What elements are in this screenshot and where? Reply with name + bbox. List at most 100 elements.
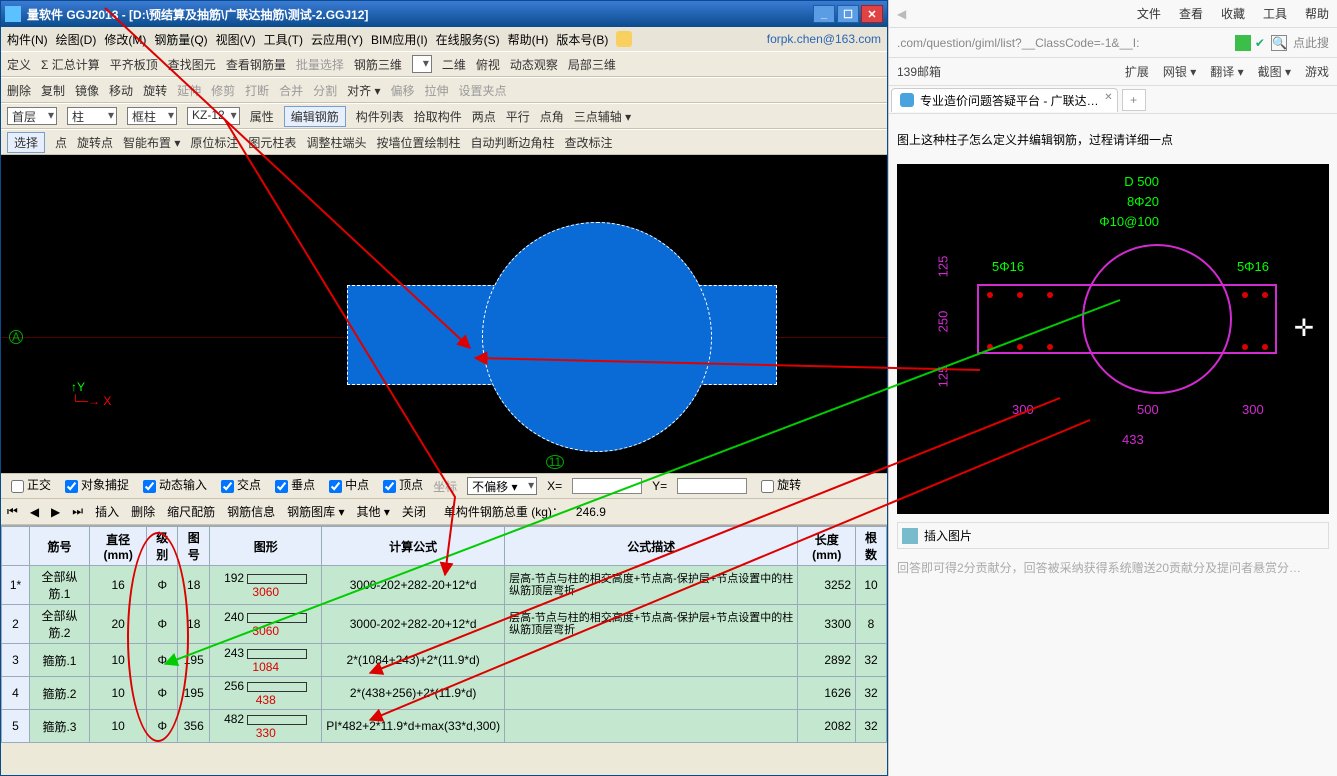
browser-menu-item[interactable]: 查看: [1179, 5, 1203, 22]
browser-menu-item[interactable]: 帮助: [1305, 5, 1329, 22]
menu-item[interactable]: 帮助(H): [508, 31, 549, 48]
rebar-lib-button[interactable]: 钢筋图库 ▾: [287, 503, 344, 520]
dim-bars1: 8Φ20: [1127, 194, 1159, 209]
edit-tool-button[interactable]: 镜像: [75, 82, 99, 99]
vertex-toggle[interactable]: 顶点: [379, 476, 423, 495]
edit-tool-button: 拉伸: [425, 82, 449, 99]
mid-toggle[interactable]: 中点: [325, 476, 369, 495]
menu-item[interactable]: BIM应用(I): [371, 31, 428, 48]
ext-item[interactable]: 扩展: [1125, 63, 1149, 80]
three-point-aux-button[interactable]: 三点辅轴 ▾: [574, 108, 631, 125]
ext-item[interactable]: 截图 ▾: [1258, 63, 1291, 80]
tool-button[interactable]: 钢筋三维: [354, 56, 402, 73]
category-dropdown[interactable]: 柱: [67, 107, 117, 125]
tool-button[interactable]: 二维: [442, 56, 466, 73]
perp-toggle[interactable]: 垂点: [271, 476, 315, 495]
tab-close-icon[interactable]: ✕: [1104, 92, 1112, 103]
close-panel-button[interactable]: 关闭: [402, 503, 426, 520]
ext-item[interactable]: 网银 ▾: [1163, 63, 1196, 80]
browser-menu-item[interactable]: 文件: [1137, 5, 1161, 22]
menu-item[interactable]: 在线服务(S): [436, 31, 500, 48]
tool-button[interactable]: 俯视: [476, 56, 500, 73]
insert-image-button[interactable]: 插入图片: [897, 522, 1329, 549]
x-input[interactable]: [572, 478, 642, 494]
fav-link[interactable]: 139邮箱: [897, 63, 941, 80]
browser-menu-item[interactable]: 收藏: [1221, 5, 1245, 22]
column-table-button[interactable]: 图元柱表: [248, 134, 296, 151]
rebar-grid[interactable]: 筋号直径(mm)级别图号图形计算公式公式描述长度(mm)根数 1*全部纵筋.11…: [1, 525, 887, 745]
url-text[interactable]: .com/question/giml/list?__ClassCode=-1&_…: [897, 36, 1231, 50]
tool-button[interactable]: Σ 汇总计算: [41, 56, 100, 73]
nav-first-icon[interactable]: ⏮: [7, 504, 18, 519]
dyninput-toggle[interactable]: 动态输入: [139, 476, 207, 495]
maximize-button[interactable]: ☐: [837, 5, 859, 23]
two-point-button[interactable]: 两点: [472, 108, 496, 125]
search-button[interactable]: 🔍: [1271, 35, 1287, 51]
select-button[interactable]: 选择: [7, 132, 45, 153]
component-dropdown[interactable]: KZ-12: [187, 107, 240, 125]
menu-item[interactable]: 修改(M): [104, 31, 146, 48]
edit-rebar-button[interactable]: 编辑钢筋: [284, 106, 346, 127]
table-row[interactable]: 5箍筋.310Φ356482 330PI*482+2*11.9*d+max(33…: [2, 710, 887, 743]
pick-component-button[interactable]: 拾取构件: [414, 108, 462, 125]
menu-item[interactable]: 钢筋量(Q): [154, 31, 207, 48]
edit-tool-button[interactable]: 删除: [7, 82, 31, 99]
rotate-point-button[interactable]: 旋转点: [77, 134, 113, 151]
menu-item[interactable]: 云应用(Y): [311, 31, 363, 48]
ext-item[interactable]: 游戏: [1305, 63, 1329, 80]
edit-tool-button[interactable]: 移动: [109, 82, 133, 99]
tool-button[interactable]: 平齐板顶: [110, 56, 158, 73]
component-list-button[interactable]: 构件列表: [356, 108, 404, 125]
parallel-button[interactable]: 平行: [506, 108, 530, 125]
props-button[interactable]: 属性: [250, 108, 274, 125]
rotate-toggle[interactable]: 旋转: [757, 476, 801, 495]
delete-row-button[interactable]: 删除: [131, 503, 155, 520]
menu-item[interactable]: 绘图(D): [56, 31, 97, 48]
menu-item[interactable]: 视图(V): [216, 31, 256, 48]
edit-tool-button[interactable]: 旋转: [143, 82, 167, 99]
ortho-toggle[interactable]: 正交: [7, 476, 51, 495]
new-tab-button[interactable]: +: [1122, 89, 1146, 111]
tool-button[interactable]: 查看钢筋量: [226, 56, 286, 73]
browser-menu-item[interactable]: 工具: [1263, 5, 1287, 22]
adjust-end-button[interactable]: 调整柱端头: [306, 134, 366, 151]
menu-item[interactable]: 版本号(B): [556, 31, 608, 48]
menu-item[interactable]: 构件(N): [7, 31, 48, 48]
browser-tab[interactable]: 专业造价问题答疑平台 - 广联达… ✕: [891, 88, 1118, 112]
nav-back-icon[interactable]: ◀: [897, 7, 906, 21]
menu-item[interactable]: 工具(T): [264, 31, 303, 48]
tool-button[interactable]: 局部三维: [568, 56, 616, 73]
offset-dropdown[interactable]: 不偏移 ▾: [467, 477, 537, 495]
in-place-label-button[interactable]: 原位标注: [190, 134, 238, 151]
close-button[interactable]: ✕: [861, 5, 883, 23]
tool-button[interactable]: 查找图元: [168, 56, 216, 73]
tool-button[interactable]: 动态观察: [510, 56, 558, 73]
rebar-info-button[interactable]: 钢筋信息: [227, 503, 275, 520]
nav-next-icon[interactable]: ▶: [51, 505, 60, 519]
edit-tool-button[interactable]: 对齐 ▾: [347, 82, 380, 99]
ext-item[interactable]: 翻译 ▾: [1210, 63, 1243, 80]
auto-corner-button[interactable]: 自动判断边角柱: [470, 134, 554, 151]
type-dropdown[interactable]: 框柱: [127, 107, 177, 125]
tool-button[interactable]: 定义: [7, 56, 31, 73]
smart-place-button[interactable]: 智能布置 ▾: [123, 134, 180, 151]
scale-config-button[interactable]: 缩尺配筋: [167, 503, 215, 520]
nav-last-icon[interactable]: ⏭: [72, 504, 83, 519]
other-button[interactable]: 其他 ▾: [357, 503, 390, 520]
floor-dropdown[interactable]: 首层: [7, 107, 57, 125]
model-viewport[interactable]: A 11 ↑Y └─→ X: [1, 155, 887, 473]
menubar: 构件(N) 绘图(D) 修改(M) 钢筋量(Q) 视图(V) 工具(T) 云应用…: [1, 27, 887, 51]
search-hint[interactable]: 点此搜: [1293, 34, 1329, 51]
intersect-toggle[interactable]: 交点: [217, 476, 261, 495]
edit-tool-button[interactable]: 复制: [41, 82, 65, 99]
nav-prev-icon[interactable]: ◀: [30, 505, 39, 519]
insert-row-button[interactable]: 插入: [95, 503, 119, 520]
minimize-button[interactable]: _: [813, 5, 835, 23]
point-button[interactable]: 点: [55, 134, 67, 151]
point-angle-button[interactable]: 点角: [540, 108, 564, 125]
tool-button[interactable]: [412, 55, 432, 73]
y-input[interactable]: [677, 478, 747, 494]
snap-toggle[interactable]: 对象捕捉: [61, 476, 129, 495]
draw-by-wall-button[interactable]: 按墙位置绘制柱: [376, 134, 460, 151]
check-label-button[interactable]: 查改标注: [564, 134, 612, 151]
